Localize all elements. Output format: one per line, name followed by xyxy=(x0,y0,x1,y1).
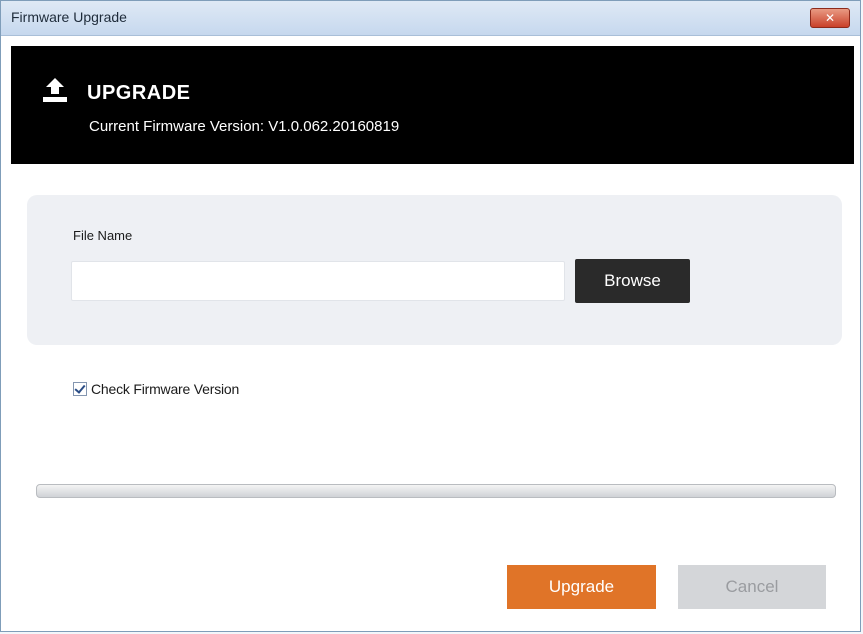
window-title: Firmware Upgrade xyxy=(11,9,127,25)
upgrade-button[interactable]: Upgrade xyxy=(507,565,656,609)
check-firmware-checkbox[interactable] xyxy=(73,382,87,396)
browse-button[interactable]: Browse xyxy=(575,259,690,303)
upgrade-header: UPGRADE Current Firmware Version: V1.0.0… xyxy=(11,46,854,164)
header-title: UPGRADE xyxy=(87,82,191,104)
file-panel: File Name Browse xyxy=(27,195,842,345)
upgrade-progress-bar xyxy=(36,484,836,498)
current-firmware-version: Current Firmware Version: V1.0.062.20160… xyxy=(89,118,400,135)
firmware-upgrade-dialog: Firmware Upgrade ✕ UPGRADE Current Firmw… xyxy=(0,0,861,632)
check-firmware-label: Check Firmware Version xyxy=(91,381,240,397)
file-name-label: File Name xyxy=(73,228,133,243)
close-icon: ✕ xyxy=(824,11,836,25)
title-bar: Firmware Upgrade ✕ xyxy=(1,1,860,36)
check-firmware-option[interactable]: Check Firmware Version xyxy=(73,378,239,400)
upload-icon xyxy=(43,78,67,102)
close-button[interactable]: ✕ xyxy=(810,8,850,28)
cancel-button[interactable]: Cancel xyxy=(678,565,826,609)
file-name-input[interactable] xyxy=(71,261,565,301)
